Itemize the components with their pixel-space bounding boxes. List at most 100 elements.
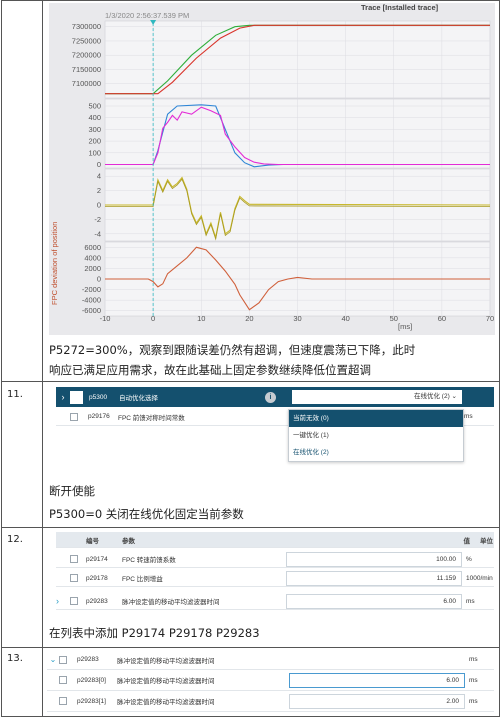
y-tick-label: 100	[88, 148, 101, 157]
row-caption-line: 响应已满足应用需求，故在此基础上固定参数继续降低位置超调	[49, 363, 371, 377]
param-id: p29283[0]	[77, 676, 106, 684]
y-tick-label: 4000	[84, 253, 101, 262]
y-tick-label: 7300000	[72, 22, 101, 31]
info-icon[interactable]: i	[265, 391, 276, 403]
row-caption-line: 断开使能	[49, 484, 95, 498]
row-number: 11.	[7, 389, 23, 400]
param-name: 脉冲设定值的移动平均滤波器时间	[117, 699, 215, 706]
row-checkbox[interactable]	[70, 597, 78, 605]
table-row[interactable]: p29283[0] 脉冲设定值的移动平均滤波器时间 6.00 ms	[47, 670, 494, 691]
param-name: 脉冲设定值的移动平均滤波器时间	[117, 678, 215, 685]
y-tick-label: 200	[88, 137, 101, 146]
column-header: 单位	[480, 537, 493, 545]
x-tick-label: -10	[100, 314, 111, 323]
x-tick-label: 60	[438, 314, 446, 323]
param-unit: 1000/min	[466, 574, 493, 582]
row-caption-line: P5272=300%，观察到跟随误差仍然有超调，但速度震荡已下降，此时	[49, 343, 416, 357]
param-value-input[interactable]: 6.00	[289, 672, 465, 688]
param-id: p29283	[77, 656, 99, 663]
y-tick-label: 0	[97, 160, 101, 169]
y-tick-label: 500	[88, 102, 101, 111]
table-row[interactable]: p29283[1] 脉冲设定值的移动平均滤波器时间 2.00 ms	[47, 691, 494, 712]
param-value-input[interactable]: 100.00	[286, 551, 462, 567]
param-name: FPC 转速前馈系数	[122, 557, 176, 564]
y-tick-label: -2000	[82, 285, 101, 294]
dropdown-selected-value: 在线优化 (2)	[413, 393, 450, 400]
table-row[interactable]: p29174 FPC 转速前馈系数 100.00 %	[56, 551, 494, 568]
x-tick-label: 70	[486, 314, 494, 323]
y-tick-label: 7100000	[72, 79, 101, 88]
chart-title: Trace [Installed trace]	[361, 3, 439, 12]
row-checkbox[interactable]	[59, 697, 67, 705]
param-id: p5300	[89, 393, 108, 401]
column-header: 值	[463, 537, 471, 545]
y-tick-label: -4000	[82, 296, 101, 305]
chart-panel: 4 2 0 -2 -4	[94, 168, 491, 242]
x-tick-label: 10	[197, 314, 205, 323]
param-id: p29178	[86, 574, 108, 582]
y-tick-label: 2000	[84, 264, 101, 273]
row-checkbox[interactable]	[70, 412, 78, 421]
param-value-input[interactable]: 6.00	[286, 593, 462, 609]
chart-panel: 7300000 7250000 7200000 7150000 7100000	[72, 20, 491, 99]
chevron-right-icon[interactable]: ›	[56, 392, 70, 402]
y-tick-label: -2	[94, 215, 101, 224]
column-header: 编号	[86, 537, 99, 545]
y-tick-label: 7250000	[72, 36, 101, 45]
param-value-input[interactable]: 11.159	[286, 570, 462, 586]
param-id: p29283	[86, 597, 108, 605]
param-list-panel: 编号 参数 值 单位 p29174 FPC 转速前馈系数 100.00 % p2…	[56, 532, 494, 612]
param-unit: ms	[469, 697, 478, 705]
chart-panel: 500 400 300 200 100 0	[88, 98, 491, 169]
row-checkbox[interactable]	[59, 676, 67, 684]
param-unit: ms	[466, 597, 475, 605]
dropdown-option[interactable]: 当前无效 (0)	[289, 410, 463, 427]
chart-panel: 60004000 2000 0-2000 -4000-6000	[82, 241, 491, 317]
y-tick-label: 7150000	[72, 65, 101, 74]
row-checkbox[interactable]	[70, 574, 78, 582]
x-tick-label: 20	[245, 314, 253, 323]
table-row[interactable]: › p29283 脉冲设定值的移动平均滤波器时间 6.00 ms	[56, 593, 494, 610]
y-tick-label: 0	[97, 275, 101, 284]
row-checkbox[interactable]	[59, 655, 67, 664]
x-tick-label: 50	[390, 314, 398, 323]
dropdown-option[interactable]: 在线优化 (2)	[289, 444, 463, 461]
chart-timestamp: 1/3/2020 2:56:37.539 PM	[105, 11, 189, 20]
value-dropdown[interactable]: 在线优化 (2) ⌄	[292, 390, 462, 404]
y-tick-label: 4	[97, 172, 101, 181]
x-unit-label: [ms]	[398, 322, 412, 331]
y-tick-label: -6000	[82, 306, 101, 315]
trace-chart: 1/3/2020 2:56:37.539 PM Trace [Installed…	[49, 3, 495, 335]
x-tick-label: 40	[341, 314, 349, 323]
document-table: 1/3/2020 2:56:37.539 PM Trace [Installed…	[1, 0, 500, 717]
param-unit: %	[466, 555, 472, 563]
dropdown-menu: 当前无效 (0) 一键优化 (1) 在线优化 (2)	[288, 409, 464, 462]
param-unit: ms	[469, 656, 478, 663]
table-header: 编号 参数 值 单位	[56, 532, 494, 548]
x-tick-label: 30	[293, 314, 301, 323]
row-checkbox[interactable]	[70, 390, 83, 404]
param-id: p29176	[88, 413, 110, 420]
param-name: 脉冲设定值的移动平均滤波器时间	[122, 599, 220, 606]
y-tick-label: 300	[88, 125, 101, 134]
param-id: p29283[1]	[77, 697, 106, 705]
param-unit: ms	[464, 413, 473, 420]
row-number: 13.	[7, 653, 23, 664]
dropdown-option[interactable]: 一键优化 (1)	[289, 427, 463, 444]
param-row-selected[interactable]: › p5300 自动优化选择 i 在线优化 (2) ⌄	[56, 387, 494, 407]
param-value-input[interactable]: 2.00	[289, 693, 465, 709]
table-row[interactable]: ⌄ p29283 脉冲设定值的移动平均滤波器时间 ms	[47, 650, 494, 670]
row-number: 12.	[7, 534, 23, 545]
y-tick-label: -4	[94, 229, 101, 238]
y-tick-label: 0	[97, 201, 101, 210]
y-tick-label: 7200000	[72, 51, 101, 60]
chevron-right-icon[interactable]: ›	[56, 596, 70, 606]
table-row[interactable]: p29178 FPC 比例增益 11.159 1000/min	[56, 570, 494, 587]
column-header: 参数	[122, 537, 135, 545]
param-name: 自动优化选择	[119, 395, 158, 402]
row-caption-line: 在列表中添加 P29174 P29178 P29283	[49, 626, 260, 640]
y-axis-label: FPC deviation of position	[50, 222, 59, 305]
chevron-down-icon[interactable]: ⌄	[47, 655, 59, 664]
row-checkbox[interactable]	[70, 555, 78, 563]
param-name: FPC 比例增益	[122, 576, 163, 583]
